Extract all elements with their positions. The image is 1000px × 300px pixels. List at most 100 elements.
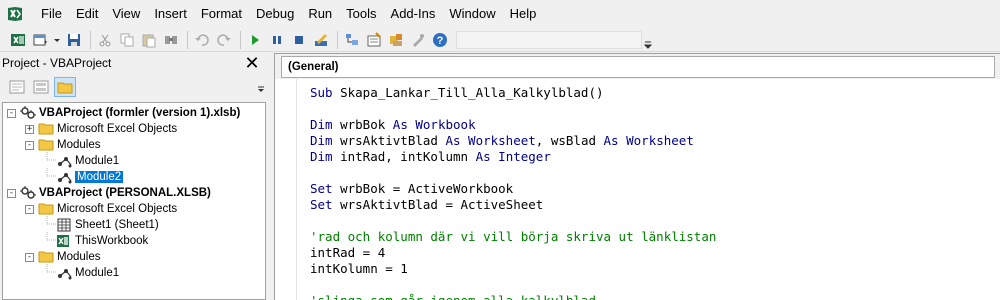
folder-icon: [38, 250, 54, 264]
code-margin-indicator-bar[interactable]: [275, 79, 297, 300]
menu-debug[interactable]: Debug: [249, 0, 301, 28]
code-keyword: Worksheet: [618, 133, 694, 148]
code-window-header: (General): [274, 53, 1000, 79]
save-icon[interactable]: [64, 30, 84, 50]
toolbox-icon[interactable]: [408, 30, 428, 50]
collapse-icon[interactable]: -: [25, 252, 34, 262]
toolbar-separator: [90, 30, 91, 49]
vba-project-icon: [20, 186, 36, 200]
toggle-folders-icon[interactable]: [54, 77, 76, 97]
tree-node-label: VBAProject (formler (version 1).xlsb): [39, 107, 241, 119]
code-line[interactable]: Dim intRad, intKolumn As Integer: [310, 149, 716, 165]
code-line[interactable]: 'slinga som går igenom alla kalkylblad: [310, 293, 716, 300]
menu-edit[interactable]: Edit: [69, 0, 105, 28]
project-explorer-header: Project - VBAProject ✕: [0, 52, 266, 74]
code-line[interactable]: 'rad och kolumn där vi vill börja skriva…: [310, 229, 716, 245]
tree-node-label: Sheet1 (Sheet1): [75, 219, 159, 231]
tree-connector: [43, 231, 56, 251]
excel-icon[interactable]: [6, 5, 24, 23]
paste-icon[interactable]: [139, 30, 159, 50]
find-icon[interactable]: [161, 30, 181, 50]
code-line[interactable]: [310, 165, 716, 181]
view-object-icon[interactable]: [30, 77, 52, 97]
menu-window[interactable]: Window: [442, 0, 502, 28]
tree-node[interactable]: Sheet1 (Sheet1): [43, 215, 159, 233]
collapse-icon[interactable]: -: [25, 204, 34, 214]
tree-node[interactable]: Module1: [43, 263, 120, 281]
expand-icon[interactable]: +: [25, 124, 34, 134]
project-explorer-icon[interactable]: [342, 30, 362, 50]
tree-node-label: VBAProject (PERSONAL.XLSB): [39, 187, 211, 199]
code-line[interactable]: Sub Skapa_Lankar_Till_Alla_Kalkylblad(): [310, 85, 716, 101]
tree-node[interactable]: + Microsoft Excel Objects: [25, 121, 177, 137]
copy-icon[interactable]: [117, 30, 137, 50]
code-line[interactable]: intRad = 4: [310, 245, 716, 261]
view-code-icon[interactable]: [6, 77, 28, 97]
code-keyword: Set: [310, 181, 333, 196]
project-explorer-title: Project - VBAProject: [2, 56, 112, 70]
object-browser-icon[interactable]: [386, 30, 406, 50]
menu-run[interactable]: Run: [301, 0, 339, 28]
insert-userform-icon[interactable]: [30, 30, 50, 50]
tree-node-label: Module1: [75, 267, 120, 279]
code-lines[interactable]: Sub Skapa_Lankar_Till_Alla_Kalkylblad() D…: [310, 85, 716, 300]
code-line[interactable]: Set wrsAktivtBlad = ActiveSheet: [310, 197, 716, 213]
code-line[interactable]: Dim wrsAktivtBlad As Worksheet, wsBlad A…: [310, 133, 716, 149]
tree-node[interactable]: ThisWorkbook: [43, 231, 148, 251]
menu-help[interactable]: Help: [503, 0, 544, 28]
code-editor[interactable]: Sub Skapa_Lankar_Till_Alla_Kalkylblad() D…: [274, 79, 1000, 300]
break-icon[interactable]: [267, 30, 287, 50]
toolbar-options-icon[interactable]: [643, 38, 653, 52]
code-keyword: As: [603, 133, 619, 148]
code-text: intKolumn = 1: [310, 261, 408, 276]
redo-icon[interactable]: [214, 30, 234, 50]
workbook-icon: [56, 234, 72, 248]
close-icon[interactable]: ✕: [244, 54, 260, 72]
scrollbar-arrow[interactable]: [256, 74, 266, 100]
menu-tools[interactable]: Tools: [339, 0, 383, 28]
tree-node[interactable]: - VBAProject (formler (version 1).xlsb): [7, 105, 240, 121]
folder-icon: [38, 202, 54, 216]
tree-node-label: Module2: [75, 171, 124, 183]
collapse-icon[interactable]: -: [25, 140, 34, 150]
run-icon[interactable]: [245, 30, 265, 50]
tree-node[interactable]: - VBAProject (PERSONAL.XLSB): [7, 185, 211, 201]
help-icon[interactable]: ?: [430, 30, 450, 50]
menu-file[interactable]: File: [34, 0, 69, 28]
code-text: intRad, intKolumn: [332, 149, 476, 164]
menu-format[interactable]: Format: [194, 0, 249, 28]
module-icon: [56, 266, 72, 280]
dropdown-arrow-icon[interactable]: [52, 30, 62, 50]
undo-icon[interactable]: [192, 30, 212, 50]
code-text: wrbBok = ActiveWorkbook: [332, 181, 514, 196]
menu-view[interactable]: View: [105, 0, 147, 28]
tree-node-label: Module1: [75, 155, 120, 167]
code-comment: 'slinga som går igenom alla kalkylblad: [310, 293, 596, 300]
code-line[interactable]: Dim wrbBok As Workbook: [310, 117, 716, 133]
excel-view-icon[interactable]: [8, 30, 28, 50]
module-icon: [56, 170, 72, 184]
code-line[interactable]: [310, 277, 716, 293]
tree-node[interactable]: Module2: [43, 167, 124, 185]
panel-splitter[interactable]: [266, 52, 272, 300]
reset-icon[interactable]: [289, 30, 309, 50]
collapse-icon[interactable]: -: [7, 188, 16, 198]
object-combobox[interactable]: (General): [281, 56, 995, 78]
menu-insert[interactable]: Insert: [147, 0, 194, 28]
code-line[interactable]: intKolumn = 1: [310, 261, 716, 277]
design-mode-icon[interactable]: [311, 30, 331, 50]
cut-icon[interactable]: [95, 30, 115, 50]
properties-icon[interactable]: [364, 30, 384, 50]
code-line[interactable]: Set wrbBok = ActiveWorkbook: [310, 181, 716, 197]
code-text: Skapa_Lankar_Till_Alla_Kalkylblad(): [332, 85, 604, 100]
collapse-icon[interactable]: -: [7, 108, 16, 118]
tree-node[interactable]: - Modules: [25, 249, 100, 265]
code-keyword: Sub: [310, 85, 333, 100]
code-text: wrbBok: [332, 117, 393, 132]
code-text: , wsBlad: [535, 133, 604, 148]
menu-add-ins[interactable]: Add-Ins: [384, 0, 443, 28]
code-line[interactable]: [310, 101, 716, 117]
tree-node[interactable]: - Modules: [25, 137, 100, 153]
code-line[interactable]: [310, 213, 716, 229]
tree-node-label: Microsoft Excel Objects: [57, 203, 178, 215]
